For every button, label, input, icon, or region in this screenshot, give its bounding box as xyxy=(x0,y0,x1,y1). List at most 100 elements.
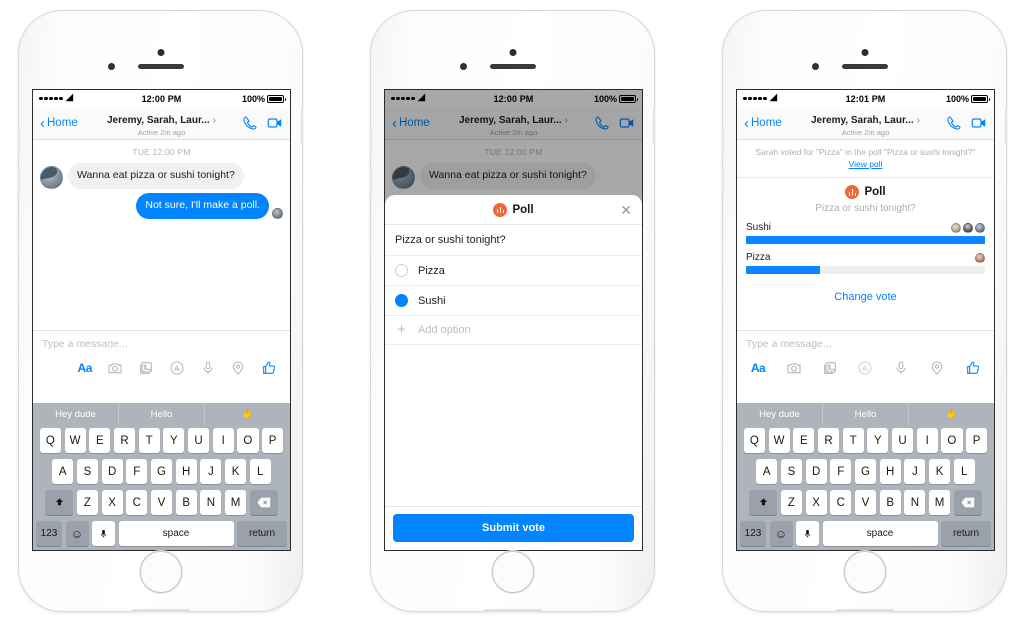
key[interactable]: G xyxy=(150,459,173,484)
key[interactable]: C xyxy=(830,490,852,515)
location-icon[interactable] xyxy=(227,357,249,379)
change-vote-button[interactable]: Change vote xyxy=(746,282,985,312)
key[interactable]: D xyxy=(805,459,827,484)
phone-icon[interactable] xyxy=(946,115,962,131)
home-button[interactable] xyxy=(491,551,534,593)
poll-icon[interactable] xyxy=(166,357,188,379)
location-icon[interactable] xyxy=(926,357,948,379)
key[interactable]: D xyxy=(101,459,123,484)
poll-icon[interactable] xyxy=(854,357,876,379)
key[interactable]: F xyxy=(830,459,852,484)
key[interactable]: L xyxy=(249,459,271,484)
return-key[interactable]: return xyxy=(237,521,287,546)
suggestion-item[interactable]: Hello xyxy=(822,403,908,425)
key[interactable]: N xyxy=(200,490,222,515)
key[interactable]: K xyxy=(224,459,247,484)
numeric-key[interactable]: 123 xyxy=(36,521,62,546)
key[interactable]: Y xyxy=(867,428,889,453)
key[interactable]: V xyxy=(150,490,173,515)
key[interactable]: B xyxy=(175,490,197,515)
suggestion-item[interactable]: Hey dude xyxy=(737,403,822,425)
message-bubble[interactable]: Not sure, I'll make a poll. xyxy=(136,192,269,219)
key[interactable]: P xyxy=(262,428,284,453)
key[interactable]: L xyxy=(953,459,975,484)
key[interactable]: E xyxy=(793,428,815,453)
key[interactable]: V xyxy=(854,490,877,515)
shift-key[interactable] xyxy=(45,490,74,515)
volume-down-button[interactable] xyxy=(370,169,372,195)
key[interactable]: Z xyxy=(76,490,99,515)
key[interactable]: Y xyxy=(163,428,185,453)
emoji-key[interactable]: ☺ xyxy=(769,521,793,546)
key[interactable]: X xyxy=(101,490,123,515)
volume-down-button[interactable] xyxy=(18,169,20,195)
key[interactable]: U xyxy=(891,428,914,453)
return-key[interactable]: return xyxy=(941,521,991,546)
key[interactable]: J xyxy=(904,459,926,484)
volume-up-button[interactable] xyxy=(18,129,20,155)
suggestion-item[interactable]: Hey dude xyxy=(33,403,118,425)
key[interactable]: Q xyxy=(39,428,61,453)
key[interactable]: A xyxy=(52,459,74,484)
backspace-key[interactable] xyxy=(249,490,278,515)
key[interactable]: H xyxy=(879,459,901,484)
emoji-key[interactable]: ☺ xyxy=(65,521,89,546)
microphone-icon[interactable] xyxy=(197,357,219,379)
add-option-row[interactable]: + Add option xyxy=(385,316,642,345)
key[interactable]: R xyxy=(817,428,840,453)
camera-icon[interactable] xyxy=(104,357,126,379)
key[interactable]: G xyxy=(854,459,877,484)
volume-down-button[interactable] xyxy=(722,169,724,195)
message-input[interactable]: Type a message... xyxy=(737,331,994,355)
key[interactable]: T xyxy=(138,428,160,453)
photo-library-icon[interactable] xyxy=(819,357,841,379)
video-camera-icon[interactable] xyxy=(267,115,283,131)
key[interactable]: H xyxy=(175,459,197,484)
key[interactable]: U xyxy=(187,428,210,453)
key[interactable]: M xyxy=(928,490,951,515)
key[interactable]: T xyxy=(842,428,864,453)
home-button[interactable] xyxy=(139,551,182,593)
key[interactable]: K xyxy=(928,459,951,484)
close-icon[interactable]: ✕ xyxy=(620,203,632,217)
key[interactable]: E xyxy=(89,428,111,453)
key[interactable]: M xyxy=(224,490,247,515)
poll-result-pizza[interactable]: Pizza xyxy=(746,252,985,282)
key[interactable]: X xyxy=(805,490,827,515)
volume-up-button[interactable] xyxy=(722,129,724,155)
key[interactable]: S xyxy=(780,459,803,484)
key[interactable]: W xyxy=(768,428,790,453)
thumbs-up-icon[interactable] xyxy=(962,357,984,379)
microphone-icon[interactable] xyxy=(890,357,912,379)
key[interactable]: I xyxy=(916,428,938,453)
camera-icon[interactable] xyxy=(783,357,805,379)
key[interactable]: F xyxy=(126,459,148,484)
phone-icon[interactable] xyxy=(242,115,258,131)
space-key[interactable]: space xyxy=(822,521,938,546)
poll-option-pizza[interactable]: Pizza xyxy=(385,256,642,286)
space-key[interactable]: space xyxy=(118,521,234,546)
key[interactable]: Z xyxy=(780,490,803,515)
numeric-key[interactable]: 123 xyxy=(740,521,766,546)
key[interactable]: P xyxy=(966,428,988,453)
poll-question-input[interactable]: Pizza or sushi tonight? xyxy=(385,225,642,256)
dictation-key[interactable] xyxy=(796,521,819,546)
suggestion-item[interactable]: Hello xyxy=(118,403,204,425)
key[interactable]: Q xyxy=(743,428,765,453)
home-button[interactable] xyxy=(843,551,886,593)
text-format-icon[interactable]: Aa xyxy=(747,357,769,379)
backspace-key[interactable] xyxy=(953,490,982,515)
suggestion-item[interactable]: ✋ xyxy=(204,403,290,425)
key[interactable]: N xyxy=(904,490,926,515)
key[interactable]: A xyxy=(756,459,778,484)
view-poll-link[interactable]: View poll xyxy=(849,159,883,169)
poll-result-sushi[interactable]: Sushi xyxy=(746,222,985,252)
volume-up-button[interactable] xyxy=(370,129,372,155)
message-bubble[interactable]: Wanna eat pizza or sushi tonight? xyxy=(68,163,244,189)
key[interactable]: R xyxy=(113,428,136,453)
shift-key[interactable] xyxy=(749,490,778,515)
key[interactable]: I xyxy=(212,428,234,453)
photo-library-icon[interactable] xyxy=(135,357,157,379)
key[interactable]: S xyxy=(76,459,99,484)
power-button[interactable] xyxy=(301,107,303,145)
